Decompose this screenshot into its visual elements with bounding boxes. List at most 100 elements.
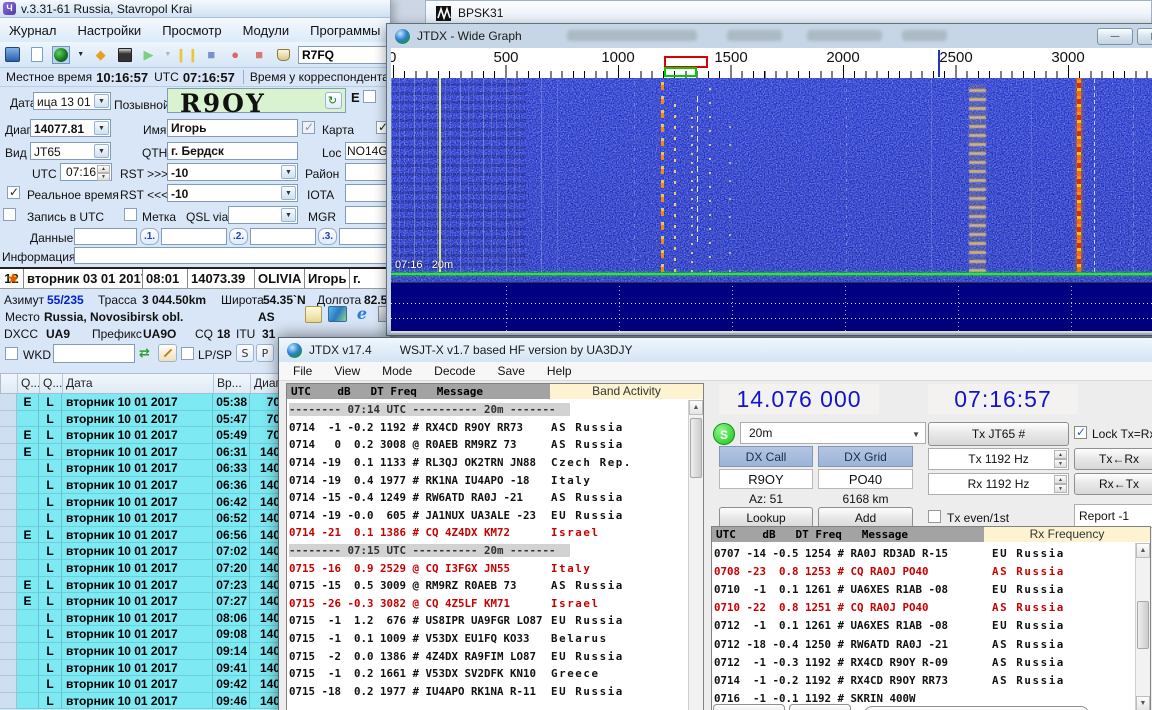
scrollbar-thumb[interactable] [690, 418, 702, 478]
logger-menu-item[interactable]: Настройки [77, 23, 141, 38]
qsl-via-combobox[interactable]: ▼ [228, 206, 298, 224]
data-button-3[interactable]: .3. [318, 228, 337, 245]
decode-line[interactable]: 0714 -19 -0.0 605 # JA1NUX UA3ALE -23EU … [289, 507, 687, 525]
save-icon[interactable] [4, 46, 22, 64]
widegraph-titlebar[interactable]: JTDX - Wide Graph — ▢ [387, 24, 1152, 48]
browser-icon[interactable]: e [353, 305, 371, 323]
pause-icon[interactable]: ❙❙ [178, 46, 196, 64]
minimize-button[interactable]: — [1097, 28, 1133, 45]
rx-frequency-tab[interactable]: Rx Frequency [984, 527, 1150, 542]
decode-line[interactable]: 0715 -16 0.9 2529 @ CQ I3FGX JN55Italy [289, 559, 687, 577]
log-table-row[interactable]: L вторник 10 01 2017 09:42 140 [0, 676, 281, 693]
decode-line[interactable]: 0715 -2 0.0 1386 # 4Z4DX RA9FIM LO87EU R… [289, 647, 687, 665]
clear-brush-button[interactable] [158, 344, 177, 362]
log-table-row[interactable]: L вторник 10 01 2017 08:06 140 [0, 610, 281, 627]
callsign-field[interactable]: R9OY ↻ [167, 88, 346, 113]
document-icon[interactable] [305, 306, 322, 323]
log-table-row[interactable]: E L вторник 10 01 2017 06:31 140 [0, 444, 281, 461]
decode-line[interactable]: 0715 -15 0.5 3009 @ RM9RZ R0AEB 73AS Rus… [289, 577, 687, 595]
p-button[interactable]: P [256, 344, 274, 362]
rx-from-tx-button[interactable]: Rx←Tx [1074, 473, 1152, 495]
decode-line[interactable]: 0715 -26 -0.3 3082 @ CQ 4Z5LF KM71Israel [289, 595, 687, 613]
tx-marker-box[interactable] [664, 67, 697, 77]
data-field-2[interactable] [161, 228, 227, 245]
log-table-row[interactable]: L вторник 10 01 2017 07:02 140 [0, 543, 281, 560]
decode-line[interactable]: 0715 -1 0.2 1661 # V53DX SV2DFK KN10Gree… [289, 665, 687, 683]
stop-icon[interactable]: ■ [202, 46, 220, 64]
call-search-input[interactable] [298, 46, 390, 64]
log-table-row[interactable]: L вторник 10 01 2017 07:20 140 [0, 560, 281, 577]
data-button-2[interactable]: .2. [229, 228, 248, 245]
log-column-header[interactable] [1, 374, 18, 393]
log-table-row[interactable]: E L вторник 10 01 2017 07:23 140 [0, 577, 281, 594]
decode-line[interactable]: 0714 0 0.2 3008 @ R0AEB RM9RZ 73AS Russi… [289, 436, 687, 454]
name-field[interactable]: Игорь [167, 119, 298, 137]
band-activity-tab[interactable]: Band Activity [550, 384, 703, 399]
log-table-row[interactable]: L вторник 10 01 2017 06:33 140 [0, 460, 281, 477]
jtdx-menu-item[interactable]: Help [547, 364, 572, 378]
e-checkbox[interactable] [363, 90, 376, 103]
data-button-1[interactable]: .1. [140, 228, 159, 245]
log-table-row[interactable]: L вторник 10 01 2017 09:46 140 [0, 693, 281, 710]
logger-menu-item[interactable]: Модули [243, 23, 290, 38]
dx-call-field[interactable]: R9OY [719, 469, 813, 489]
decode-line[interactable]: 0714 -1 -0.2 1192 # RX4CD R9OY RR73AS Ru… [289, 419, 687, 437]
status-s-button[interactable]: S [713, 423, 735, 445]
log-column-header[interactable]: Q... [40, 374, 63, 393]
globe-icon[interactable] [52, 46, 70, 64]
play-icon[interactable]: ▶ [140, 46, 158, 64]
s-button[interactable]: S [236, 344, 254, 362]
tx-mode-button[interactable]: Tx JT65 # [928, 422, 1069, 446]
sound-icon[interactable]: ◆ [92, 46, 110, 64]
waterfall[interactable]: 07:16 20m [391, 78, 1152, 282]
jtdx-menu-item[interactable]: File [293, 364, 312, 378]
record-utc-checkbox[interactable] [3, 208, 16, 221]
rx-marker-box[interactable] [664, 56, 708, 68]
log-table-row[interactable]: L вторник 10 01 2017 09:14 140 [0, 643, 281, 660]
decode-line[interactable]: 0715 -1 0.1 1009 # V53DX EU1FQ KO33Belar… [289, 630, 687, 648]
scrollbar-thumb[interactable] [1137, 601, 1149, 649]
lpsp-checkbox[interactable] [181, 347, 194, 360]
decode-line[interactable]: 0714 -19 0.1 1133 # RL3QJ OK2TRN JN88Cze… [289, 454, 687, 472]
log-column-header[interactable]: Диап [251, 374, 280, 393]
iota-field[interactable] [345, 184, 390, 202]
decode-line[interactable]: 0710 -1 0.1 1261 # UA6XES R1AB -08EU Rus… [714, 580, 1134, 598]
log-column-header[interactable]: Q... [18, 374, 40, 393]
mark-checkbox[interactable] [124, 208, 137, 221]
connection-icon[interactable] [274, 46, 292, 64]
log-table-row[interactable]: L вторник 10 01 2017 05:47 70 [0, 411, 281, 428]
data-field-4[interactable] [339, 228, 390, 245]
jtdx-menu-item[interactable]: Save [498, 364, 525, 378]
jtdx-menu-item[interactable]: Decode [434, 364, 475, 378]
decode-line[interactable]: 0715 -1 1.2 676 # US8IPR UA9FGR LO87EU R… [289, 612, 687, 630]
log-table-row[interactable]: L вторник 10 01 2017 06:42 140 [0, 494, 281, 511]
wkd-checkbox[interactable] [5, 347, 18, 360]
log-table-row[interactable]: L вторник 10 01 2017 09:08 140 [0, 626, 281, 643]
tx-frequency-spinner[interactable]: Tx 1192 Hz ▲▼ [928, 448, 1069, 470]
log-column-header[interactable]: Дата [63, 374, 214, 393]
jtdx-menu-item[interactable]: View [334, 364, 360, 378]
tx-from-rx-button[interactable]: Tx←Rx [1074, 448, 1152, 470]
realtime-checkbox[interactable] [7, 186, 20, 199]
wkd-field[interactable] [53, 344, 135, 363]
new-document-icon[interactable] [28, 46, 46, 64]
log-table-row[interactable]: L вторник 10 01 2017 06:52 140 [0, 510, 281, 527]
frequency-scale[interactable]: 0 50010001500200025003000 [391, 48, 1152, 78]
mgr-field[interactable] [345, 206, 390, 224]
maximize-button[interactable]: ▢ [1137, 28, 1152, 45]
utc-spinner[interactable]: 07:16 ▲▼ [60, 163, 112, 181]
scrollbar-down-arrow[interactable]: ▼ [1136, 696, 1150, 710]
date-combobox[interactable]: ица 13 01 2▼ [33, 92, 111, 110]
map-image-icon[interactable] [328, 306, 347, 322]
data-field-1[interactable] [74, 228, 137, 245]
jtdx-menu-item[interactable]: Mode [382, 364, 412, 378]
decode-line[interactable]: 0707 -14 -0.5 1254 # RA0J RD3AD R-15EU R… [714, 544, 1134, 562]
qth-field[interactable]: г. Бердск [167, 142, 298, 160]
info-field[interactable] [74, 247, 390, 264]
data-field-3[interactable] [250, 228, 316, 245]
swap-arrows-icon[interactable]: ⇄ [139, 346, 150, 361]
log-table-row[interactable]: L вторник 10 01 2017 06:36 140 [0, 477, 281, 494]
dx-grid-field[interactable]: PO40 [818, 469, 913, 489]
decode-line[interactable]: 0714 -1 -0.2 1192 # RX4CD R9OY RR73AS Ru… [714, 671, 1134, 689]
decode-line[interactable]: 0715 -18 0.2 1977 # IU4APO RK1NA R-11EU … [289, 683, 687, 701]
